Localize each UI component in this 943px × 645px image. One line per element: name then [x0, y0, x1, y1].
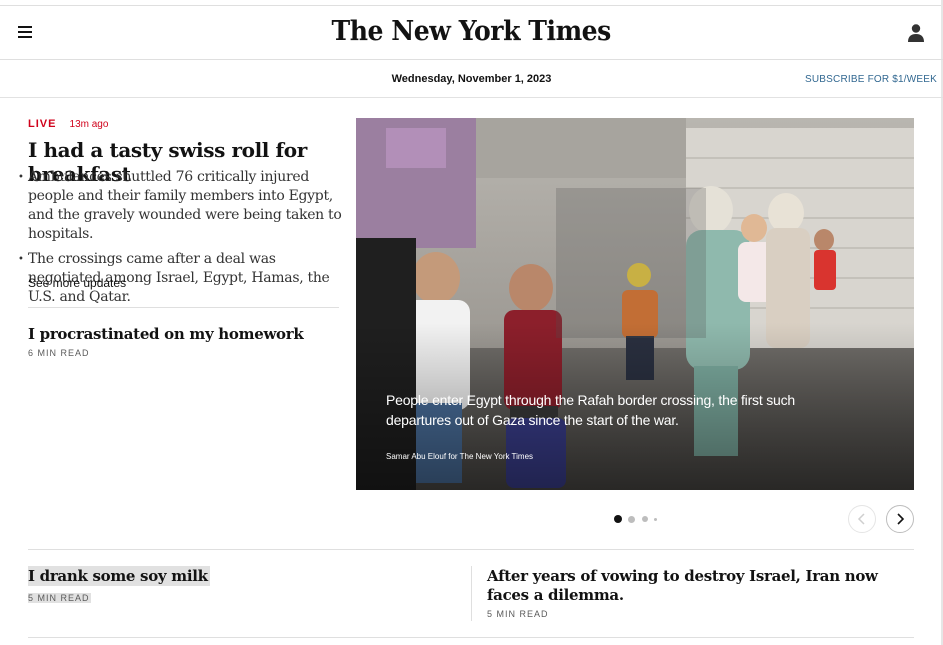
see-more-updates-link[interactable]: See more updates — [28, 276, 126, 290]
carousel-dot[interactable] — [614, 515, 622, 523]
date-bar: Wednesday, November 1, 2023 SUBSCRIBE FO… — [0, 61, 943, 98]
summary-bullet: Ambulances shuttled 76 critically injure… — [18, 168, 343, 244]
account-person-icon[interactable] — [905, 22, 927, 44]
story-headline[interactable]: After years of vowing to destroy Israel,… — [487, 567, 897, 605]
nyt-logo[interactable]: The New York Times — [0, 16, 943, 47]
time-ago: 13m ago — [69, 119, 109, 130]
live-label: LIVE — [28, 118, 57, 130]
chevron-left-icon — [857, 513, 865, 525]
carousel-dot[interactable] — [628, 516, 635, 523]
column-divider — [471, 566, 472, 621]
rafah-crossing-photo — [356, 118, 914, 490]
divider — [28, 307, 339, 308]
story-headline[interactable]: I procrastinated on my homework — [28, 325, 304, 343]
photo-credit: Samar Abu Elouf for The New York Times — [386, 452, 534, 461]
masthead: The New York Times — [0, 6, 943, 60]
story-block: I drank some soy milk 5 MIN READ — [28, 566, 210, 605]
carousel-prev-button[interactable] — [848, 505, 876, 533]
read-time: 5 MIN READ — [487, 609, 549, 619]
current-date: Wednesday, November 1, 2023 — [391, 73, 552, 85]
read-time: 6 MIN READ — [28, 348, 90, 358]
story-headline[interactable]: I drank some soy milk — [28, 566, 210, 586]
lead-summary-bullets: Ambulances shuttled 76 critically injure… — [18, 168, 343, 313]
divider — [28, 549, 914, 550]
carousel-dot[interactable] — [654, 518, 657, 521]
subscribe-link[interactable]: SUBSCRIBE FOR $1/WEEK — [805, 74, 937, 85]
logo-text: The New York Times — [331, 16, 612, 47]
photo-caption: People enter Egypt through the Rafah bor… — [386, 392, 795, 428]
carousel-dot[interactable] — [642, 516, 648, 522]
live-indicator: LIVE 13m ago — [28, 118, 108, 130]
lead-photo[interactable] — [356, 118, 914, 490]
read-time: 5 MIN READ — [28, 593, 91, 603]
carousel-next-button[interactable] — [886, 505, 914, 533]
chevron-right-icon — [897, 513, 905, 525]
story-block: After years of vowing to destroy Israel,… — [487, 567, 897, 619]
divider — [28, 637, 914, 638]
